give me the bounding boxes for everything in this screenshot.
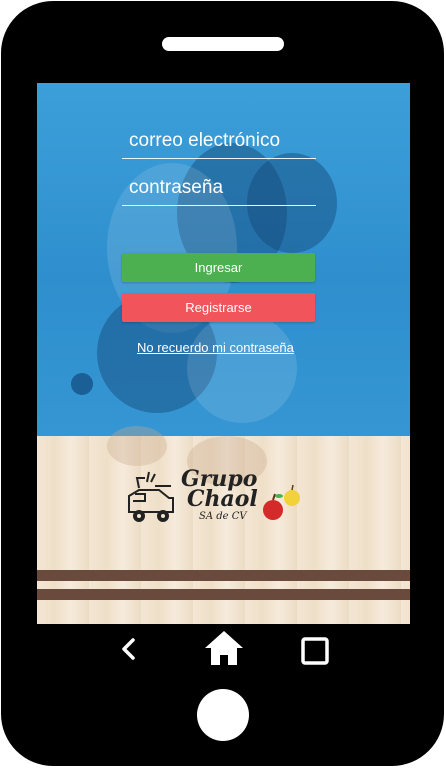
register-button[interactable]: Registrarse: [122, 293, 315, 322]
email-placeholder: correo electrónico: [129, 130, 281, 151]
password-field[interactable]: contraseña: [122, 171, 316, 206]
login-button[interactable]: Ingresar: [122, 253, 315, 282]
recents-button[interactable]: [301, 637, 329, 665]
forgot-password-link[interactable]: No recuerdo mi contraseña: [137, 340, 294, 355]
phone-frame: correo electrónico contraseña Ingresar R…: [1, 1, 444, 766]
company-logo: Grupo Chaol SA de CV: [125, 466, 307, 530]
home-button[interactable]: [203, 629, 245, 667]
logo-line-2: Chaol: [187, 486, 258, 512]
stripe-top: [37, 570, 410, 581]
password-placeholder: contraseña: [129, 177, 224, 198]
email-field[interactable]: correo electrónico: [122, 124, 316, 159]
logo-line-3: SA de CV: [199, 511, 247, 522]
hardware-home-button[interactable]: [197, 689, 249, 741]
back-icon: [122, 638, 135, 660]
back-button[interactable]: [115, 634, 145, 664]
home-icon: [205, 631, 243, 665]
stripe-bottom: [37, 589, 410, 600]
speaker-slot: [162, 37, 284, 51]
recents-icon: [301, 637, 329, 665]
app-screen: correo electrónico contraseña Ingresar R…: [37, 83, 410, 624]
